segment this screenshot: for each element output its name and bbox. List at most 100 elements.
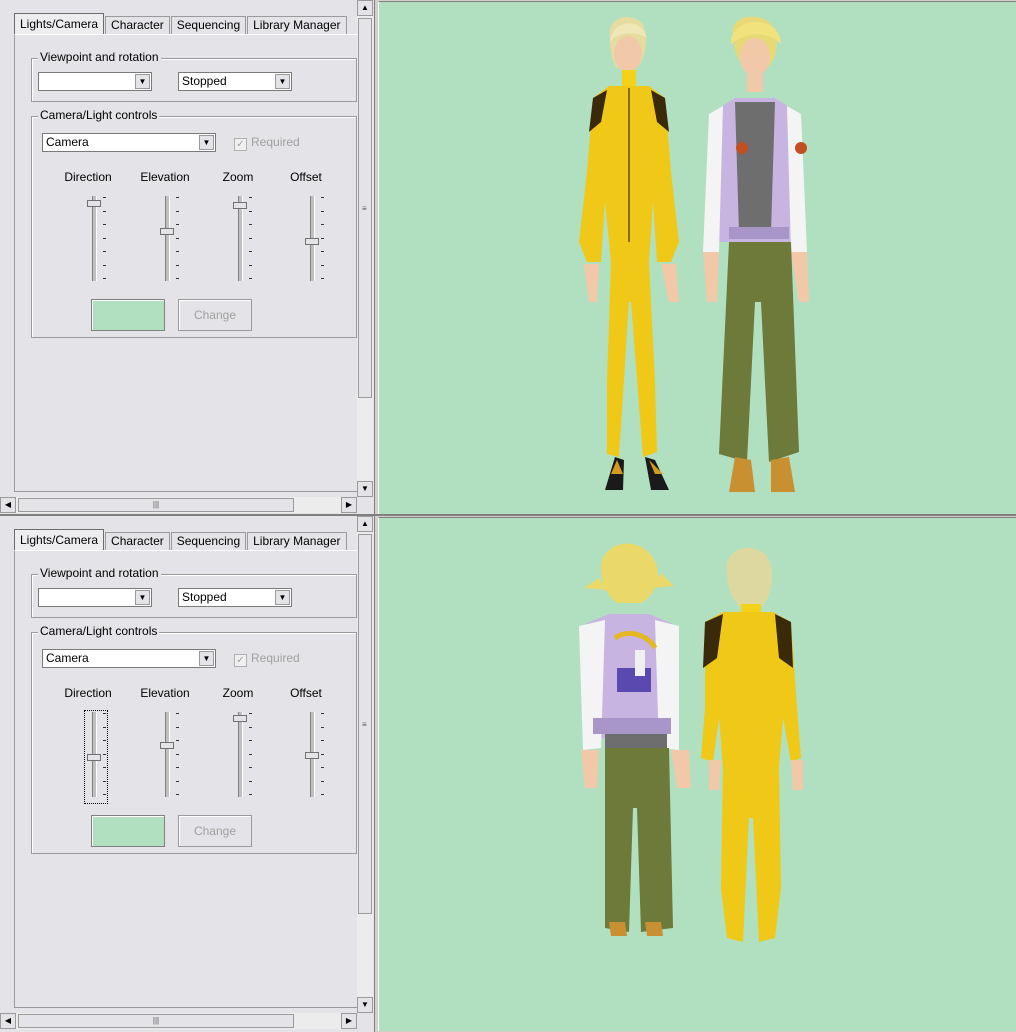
required-checkbox[interactable]: ✓ Required: [234, 135, 300, 151]
viewpoint-group: Viewpoint and rotation ▼ Stopped ▼: [31, 566, 357, 618]
slider-tick: [321, 740, 324, 741]
slider-tick: [103, 767, 106, 768]
viewpoint-select[interactable]: ▼: [38, 72, 152, 91]
arrow-right-icon[interactable]: ▶: [341, 497, 357, 513]
tab-library-manager[interactable]: Library Manager: [247, 16, 347, 34]
chevron-down-icon[interactable]: ▼: [275, 590, 290, 605]
3d-viewport-back[interactable]: [378, 517, 1016, 1031]
vertical-scroll-thumb[interactable]: ≡: [358, 18, 372, 398]
elevation-slider[interactable]: [159, 712, 179, 802]
slider-tick: [321, 264, 324, 266]
slider-thumb[interactable]: [160, 228, 174, 235]
vertical-scrollbar[interactable]: ▲ ≡ ▼: [357, 0, 373, 497]
chevron-down-icon[interactable]: ▼: [199, 135, 214, 150]
change-button[interactable]: Change: [178, 299, 252, 331]
camera-light-group-title: Camera/Light controls: [38, 624, 160, 638]
slider-tick: [249, 794, 252, 795]
direction-label: Direction: [64, 170, 112, 184]
tab-library-manager[interactable]: Library Manager: [247, 532, 347, 550]
zoom-slider[interactable]: [232, 196, 252, 286]
zoom-slider[interactable]: [232, 712, 252, 802]
tab-panel: Viewpoint and rotation ▼ Stopped ▼ Camer…: [14, 550, 358, 1008]
tab-strip: Lights/Camera Character Sequencing Libra…: [14, 12, 348, 35]
chevron-down-icon[interactable]: ▼: [135, 590, 150, 605]
arrow-up-icon[interactable]: ▲: [357, 516, 373, 532]
tab-character[interactable]: Character: [105, 532, 170, 550]
slider-tick: [103, 224, 106, 225]
arrow-up-icon[interactable]: ▲: [357, 0, 373, 16]
slider-tick: [103, 237, 106, 239]
arrow-down-icon[interactable]: ▼: [357, 481, 373, 497]
slider-track[interactable]: [92, 196, 97, 281]
horizontal-scrollbar[interactable]: ◀ ||| ▶: [0, 1013, 357, 1029]
camera-light-select[interactable]: Camera ▼: [42, 133, 216, 152]
slider-tick: [103, 713, 106, 714]
tab-sequencing[interactable]: Sequencing: [170, 16, 247, 34]
bottom-pane: Lights/Camera Character Sequencing Libra…: [0, 516, 1016, 1032]
direction-slider[interactable]: [86, 196, 106, 286]
slider-tick: [321, 726, 324, 728]
required-label: Required: [251, 651, 300, 665]
color-swatch[interactable]: [91, 815, 165, 847]
arrow-left-icon[interactable]: ◀: [0, 497, 16, 513]
slider-tick: [321, 210, 324, 212]
slider-thumb[interactable]: [87, 754, 101, 761]
direction-slider[interactable]: [84, 710, 108, 804]
arrow-right-icon[interactable]: ▶: [341, 1013, 357, 1029]
horizontal-scroll-thumb[interactable]: |||: [18, 1014, 294, 1028]
tab-sequencing[interactable]: Sequencing: [170, 532, 247, 550]
slider-tick: [249, 224, 252, 225]
camera-light-select[interactable]: Camera ▼: [42, 649, 216, 668]
elevation-slider[interactable]: [159, 196, 179, 286]
tab-character[interactable]: Character: [105, 16, 170, 34]
slider-track[interactable]: [165, 196, 170, 281]
horizontal-scroll-thumb[interactable]: |||: [18, 498, 294, 512]
checkmark-icon: ✓: [234, 654, 247, 667]
slider-tick: [103, 251, 106, 252]
horizontal-scrollbar[interactable]: ◀ ||| ▶: [0, 497, 357, 513]
zoom-label: Zoom: [222, 170, 254, 184]
slider-thumb[interactable]: [305, 238, 319, 245]
zoom-label: Zoom: [222, 686, 254, 700]
slider-tick: [103, 794, 106, 795]
slider-thumb[interactable]: [305, 752, 319, 759]
color-swatch[interactable]: [91, 299, 165, 331]
slider-track[interactable]: [165, 712, 170, 797]
chevron-down-icon[interactable]: ▼: [199, 651, 214, 666]
tab-lights-camera[interactable]: Lights/Camera: [14, 13, 105, 35]
elevation-label: Elevation: [140, 686, 190, 700]
slider-tick: [176, 780, 179, 782]
slider-track[interactable]: [238, 712, 243, 797]
vertical-scrollbar[interactable]: ▲ ≡ ▼: [357, 516, 373, 1013]
man-jacket-back: [579, 543, 691, 936]
arrow-down-icon[interactable]: ▼: [357, 997, 373, 1013]
slider-tick: [103, 197, 106, 198]
arrow-left-icon[interactable]: ◀: [0, 1013, 16, 1029]
slider-thumb[interactable]: [87, 200, 101, 207]
elevation-label: Elevation: [140, 170, 190, 184]
rotation-select[interactable]: Stopped ▼: [178, 588, 292, 607]
offset-slider[interactable]: [304, 712, 324, 802]
vertical-scroll-thumb[interactable]: ≡: [358, 534, 372, 914]
viewpoint-select[interactable]: ▼: [38, 588, 152, 607]
slider-thumb[interactable]: [160, 742, 174, 749]
characters-back-view: [579, 543, 803, 942]
slider-thumb[interactable]: [233, 202, 247, 209]
chevron-down-icon[interactable]: ▼: [135, 74, 150, 89]
slider-tick: [321, 237, 324, 239]
scroll-corner: [357, 1013, 374, 1029]
3d-viewport-front[interactable]: [378, 1, 1016, 515]
rotation-select-value: Stopped: [182, 590, 227, 604]
rotation-select[interactable]: Stopped ▼: [178, 72, 292, 91]
offset-label: Offset: [290, 686, 322, 700]
rotation-select-value: Stopped: [182, 74, 227, 88]
camera-light-group-title: Camera/Light controls: [38, 108, 160, 122]
change-button[interactable]: Change: [178, 815, 252, 847]
slider-thumb[interactable]: [233, 715, 247, 722]
tab-lights-camera[interactable]: Lights/Camera: [14, 529, 105, 551]
required-checkbox[interactable]: ✓ Required: [234, 651, 300, 667]
chevron-down-icon[interactable]: ▼: [275, 74, 290, 89]
man-jacket-front: [703, 16, 809, 492]
characters-front-view: [579, 16, 809, 492]
offset-slider[interactable]: [304, 196, 324, 286]
